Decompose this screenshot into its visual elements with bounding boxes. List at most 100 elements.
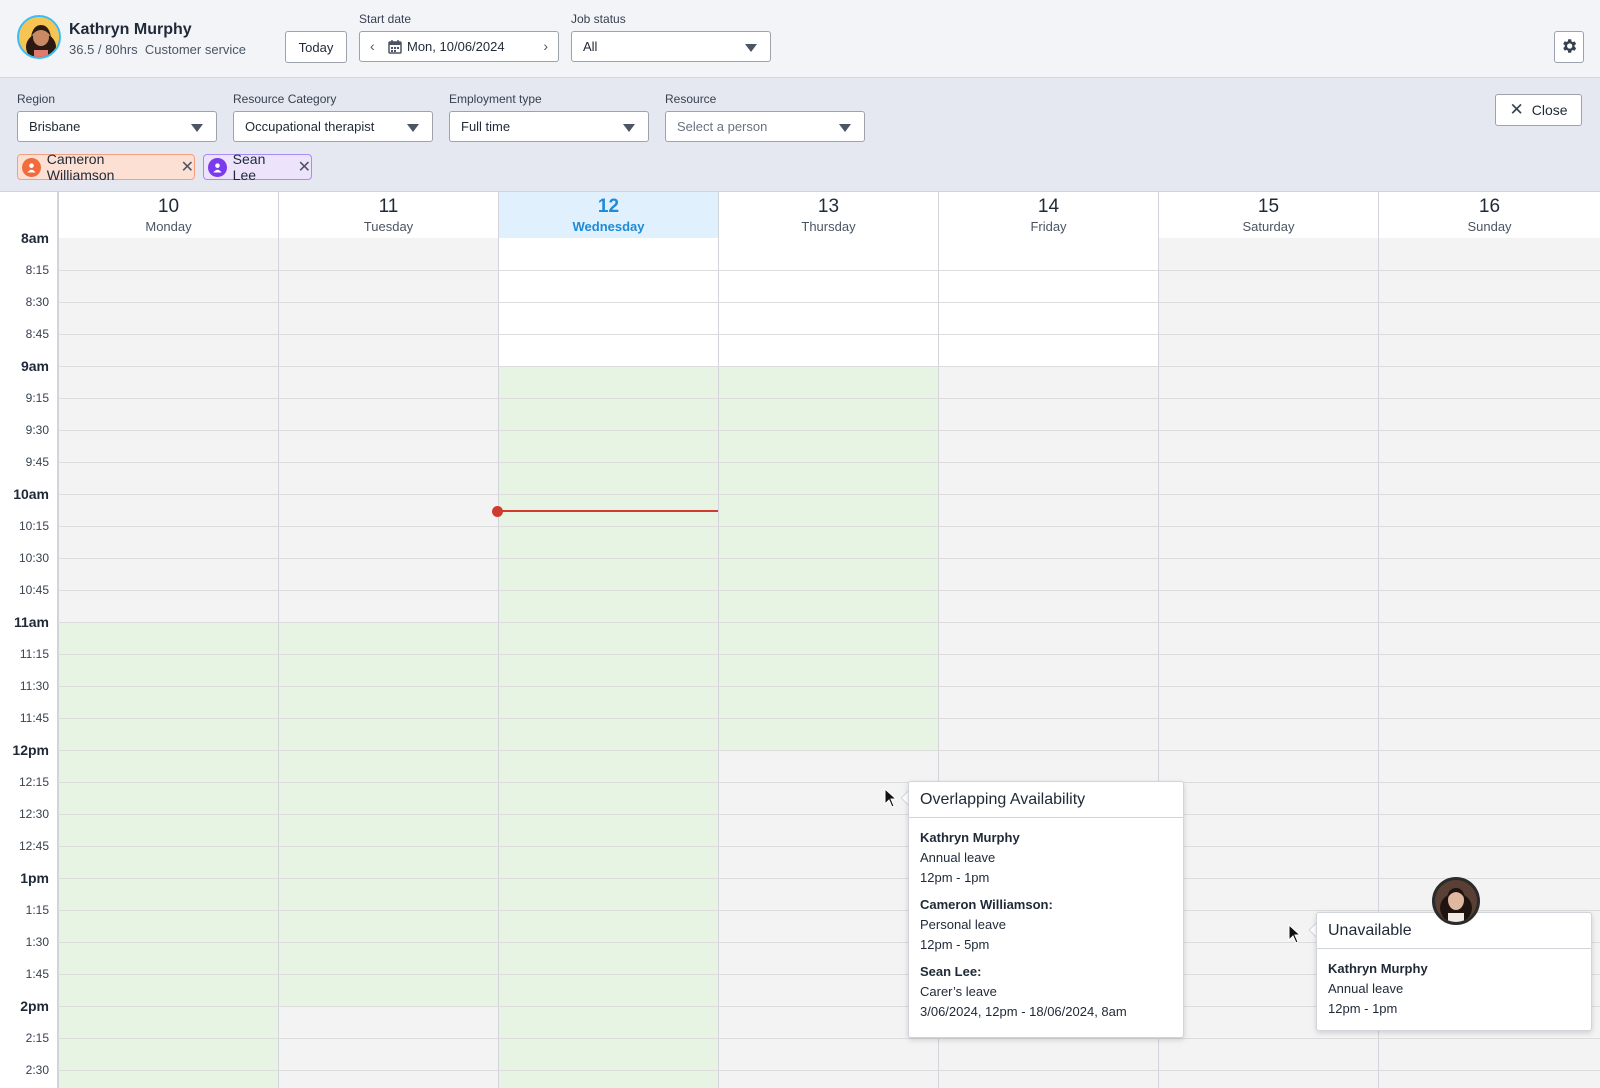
time-label: 12:45 <box>18 839 49 853</box>
chip-cameron-williamson[interactable]: Cameron Williamson ✕ <box>17 151 195 183</box>
grid-line <box>58 526 1600 527</box>
entry-type: Carer’s leave <box>920 984 997 999</box>
grid-line <box>58 590 1600 591</box>
chevron-down-icon <box>745 44 757 52</box>
start-date-label: Start date <box>359 12 412 26</box>
time-label: 9am <box>20 358 49 374</box>
day-number: 13 <box>817 196 840 217</box>
grid-line <box>58 1070 1600 1071</box>
day-name: Monday <box>145 219 192 234</box>
entry-name: Kathryn Murphy <box>1328 961 1428 976</box>
resource-category-select[interactable]: Occupational therapist <box>233 111 433 142</box>
time-label: 11:15 <box>19 647 49 661</box>
grid-line <box>58 878 1600 879</box>
job-status-select[interactable]: All <box>571 31 771 62</box>
availability-block[interactable] <box>499 366 718 1088</box>
region-select[interactable]: Brisbane <box>17 111 217 142</box>
entry-time: 12pm - 5pm <box>920 937 990 952</box>
employment-type-value: Full time <box>461 119 511 134</box>
chip-sean-lee[interactable]: Sean Lee ✕ <box>203 151 312 183</box>
day-name: Tuesday <box>363 219 414 234</box>
top-bar: Kathryn Murphy 36.5 / 80hrs Customer ser… <box>0 0 1600 78</box>
time-label: 1pm <box>20 870 49 886</box>
time-label: 12pm <box>12 742 49 758</box>
next-week-icon[interactable]: › <box>543 38 548 54</box>
time-label: 9:45 <box>25 455 49 469</box>
time-label: 8:15 <box>25 263 49 277</box>
time-label: 12:15 <box>18 775 49 789</box>
user-avatar[interactable] <box>1432 877 1480 925</box>
popover-entry: Kathryn Murphy Annual leave 12pm - 1pm <box>920 828 1172 888</box>
day-name: Saturday <box>1242 219 1295 234</box>
day-number: 14 <box>1037 196 1060 217</box>
time-label: 11:45 <box>19 711 49 725</box>
user-avatar[interactable] <box>17 15 61 59</box>
day-number: 11 <box>378 196 399 217</box>
calendar-icon <box>388 40 402 57</box>
employment-type-label: Employment type <box>449 92 542 106</box>
day-number: 12 <box>597 196 620 217</box>
grid-line <box>58 718 1600 719</box>
day-header-saturday: 15 Saturday <box>1158 192 1378 238</box>
time-label: 2pm <box>20 998 49 1014</box>
user-role: Customer service <box>144 42 247 57</box>
time-label: 12:30 <box>18 807 49 821</box>
time-label: 10:15 <box>18 519 49 533</box>
entry-time: 12pm - 1pm <box>920 870 990 885</box>
grid-line <box>58 654 1600 655</box>
day-name: Thursday <box>801 219 856 234</box>
grid-line <box>58 622 1600 623</box>
current-time-line <box>498 510 718 512</box>
user-hours: 36.5 / 80hrs <box>69 42 138 57</box>
chevron-down-icon <box>623 124 635 132</box>
time-label: 1:45 <box>25 967 49 981</box>
day-header-thursday: 13 Thursday <box>718 192 938 238</box>
day-name: Sunday <box>1467 219 1512 234</box>
grid-line <box>58 302 1600 303</box>
resource-select[interactable]: Select a person <box>665 111 865 142</box>
job-status-label: Job status <box>571 12 626 26</box>
time-label: 10:30 <box>18 551 49 565</box>
day-number: 16 <box>1478 196 1501 217</box>
remove-chip-icon[interactable]: ✕ <box>298 157 311 177</box>
start-date-value[interactable]: Mon, 10/06/2024 <box>407 39 505 54</box>
popover-entry: Sean Lee: Carer’s leave 3/06/2024, 12pm … <box>920 962 1172 1022</box>
resource-label: Resource <box>665 92 717 106</box>
unavailable-popover: Unavailable Kathryn Murphy Annual leave … <box>1316 912 1592 1031</box>
settings-button[interactable] <box>1554 31 1584 63</box>
grid-line <box>58 494 1600 495</box>
grid-line <box>58 558 1600 559</box>
grid-line <box>58 686 1600 687</box>
day-header-sunday: 16 Sunday <box>1378 192 1600 238</box>
close-icon: ✕ <box>1509 100 1524 119</box>
day-header-monday: 10 Monday <box>58 192 278 238</box>
job-status-value: All <box>583 39 598 54</box>
time-label: 9:15 <box>25 391 49 405</box>
prev-week-icon[interactable]: ‹ <box>370 38 375 54</box>
grid-line <box>58 782 1600 783</box>
time-label: 2:15 <box>25 1031 49 1045</box>
remove-chip-icon[interactable]: ✕ <box>181 157 194 177</box>
user-summary: 36.5 / 80hrs Customer service <box>69 42 246 57</box>
employment-type-select[interactable]: Full time <box>449 111 649 142</box>
time-label: 11am <box>13 614 49 630</box>
close-label: Close <box>1531 102 1568 118</box>
resource-category-value: Occupational therapist <box>245 119 375 134</box>
grid-line <box>58 430 1600 431</box>
time-label: 9:30 <box>25 423 49 437</box>
entry-type: Annual leave <box>1328 981 1404 996</box>
day-header-wednesday: 12 Wednesday <box>498 192 718 238</box>
entry-name: Sean Lee: <box>920 964 982 979</box>
close-filters-button[interactable]: ✕ Close <box>1495 94 1582 126</box>
availability-block[interactable] <box>59 622 278 1088</box>
time-label: 2:30 <box>25 1063 49 1077</box>
popover-entry: Kathryn Murphy Annual leave 12pm - 1pm <box>1328 959 1580 1019</box>
entry-type: Personal leave <box>920 917 1006 932</box>
filter-bar: Region Brisbane Resource Category Occupa… <box>0 78 1600 192</box>
time-label: 1:30 <box>25 935 49 949</box>
time-label: 8:45 <box>25 327 49 341</box>
overlap-popover: Overlapping Availability Kathryn Murphy … <box>908 781 1184 1038</box>
grid-line <box>58 910 1600 911</box>
popover-entry: Cameron Williamson: Personal leave 12pm … <box>920 895 1172 955</box>
today-button[interactable]: Today <box>285 31 347 63</box>
